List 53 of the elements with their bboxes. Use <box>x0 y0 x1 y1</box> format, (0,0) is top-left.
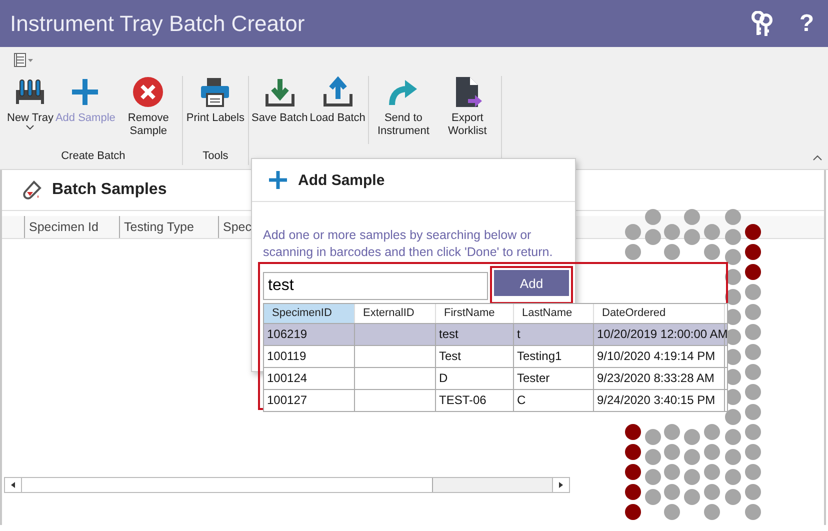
column-header[interactable]: Specimen Id <box>25 216 120 238</box>
panel-title: Batch Samples <box>52 181 167 199</box>
table-cell: D <box>436 368 514 389</box>
window-title: Instrument Tray Batch Creator <box>10 10 306 36</box>
ribbon-button[interactable]: Export Worklist <box>435 76 500 138</box>
scroll-right-icon[interactable] <box>552 478 569 492</box>
help-button[interactable]: ? <box>799 10 814 38</box>
printer-icon <box>199 76 232 108</box>
ribbon-button[interactable]: Print Labels <box>185 76 246 125</box>
table-cell: 100127 <box>264 390 355 411</box>
collapse-ribbon-icon[interactable] <box>813 155 822 161</box>
table-cell: test <box>436 324 514 345</box>
search-field[interactable]: test <box>263 272 488 300</box>
table-cell: Testing1 <box>514 346 594 367</box>
result-row[interactable]: 100127 TEST-06 C 9/24/2020 3:40:15 PM <box>264 389 727 411</box>
add-button[interactable]: Add <box>494 270 569 296</box>
scroll-left-icon[interactable] <box>5 478 22 492</box>
table-cell: Test <box>436 346 514 367</box>
ribbon-button[interactable]: Load Batch <box>308 76 366 125</box>
table-cell: 10/20/2019 12:00:00 AM <box>594 324 725 345</box>
ribbon-button[interactable]: Save Batch <box>250 76 309 125</box>
remove-icon <box>132 76 164 108</box>
table-cell: 100119 <box>264 346 355 367</box>
table-cell: Tester <box>514 368 594 389</box>
table-cell: 9/10/2020 4:19:14 PM <box>594 346 725 367</box>
quick-access-icon[interactable] <box>14 53 34 67</box>
ribbon-button[interactable]: Remove Sample <box>116 76 180 138</box>
table-cell: 9/23/2020 8:33:28 AM <box>594 368 725 389</box>
plus-icon <box>268 170 288 190</box>
upload-icon <box>322 76 354 108</box>
download-icon <box>264 76 296 108</box>
table-cell: C <box>514 390 594 411</box>
keys-icon[interactable] <box>751 10 774 36</box>
column-header[interactable]: Testing Type <box>120 216 219 238</box>
column-header[interactable]: SpecimenID <box>264 304 355 323</box>
table-cell: 9/24/2020 3:40:15 PM <box>594 390 725 411</box>
popup-title: Add Sample <box>298 172 385 188</box>
table-cell: 100124 <box>264 368 355 389</box>
group-label: Tools <box>202 150 228 164</box>
result-row[interactable]: 106219 test t 10/20/2019 12:00:00 AM <box>264 323 727 345</box>
result-row[interactable]: 100119 Test Testing1 9/10/2020 4:19:14 PM <box>264 345 727 367</box>
table-cell: 106219 <box>264 324 355 345</box>
instructions-text: Add one or more samples by searching below or scanning in barcodes and then click 'Done' to return. <box>263 227 554 261</box>
scroll-thumb[interactable] <box>22 478 433 492</box>
ribbon-button[interactable]: Send to Instrument <box>371 76 436 138</box>
table-cell: t <box>514 324 594 345</box>
horizontal-scrollbar[interactable] <box>4 477 570 493</box>
caret-icon <box>26 125 34 130</box>
table-cell: TEST-06 <box>436 390 514 411</box>
group-label: Create Batch <box>61 150 126 164</box>
test-tube-icon <box>22 180 42 200</box>
result-row[interactable]: 100124 D Tester 9/23/2020 8:33:28 AM <box>264 367 727 389</box>
ribbon-button[interactable]: New Tray <box>6 76 54 130</box>
